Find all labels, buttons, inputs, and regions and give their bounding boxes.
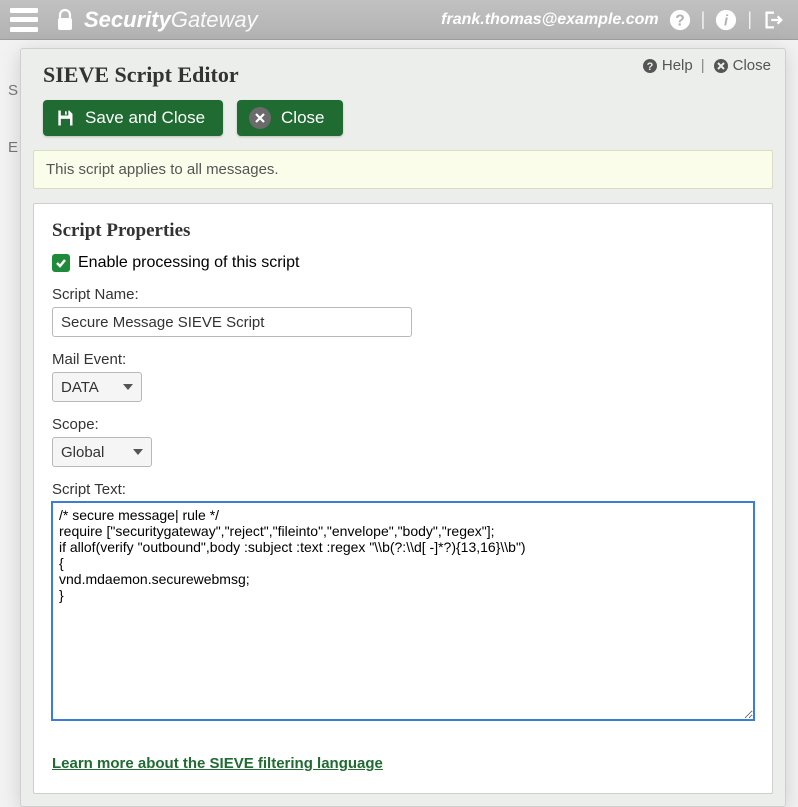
top-bar: SecurityGateway frank.thomas@example.com… xyxy=(0,0,798,40)
cancel-label: Close xyxy=(281,108,324,128)
save-and-close-button[interactable]: Save and Close xyxy=(43,100,223,136)
separator: | xyxy=(701,9,706,30)
enable-checkbox[interactable] xyxy=(52,254,70,272)
script-text-textarea[interactable] xyxy=(52,502,754,720)
save-icon xyxy=(55,108,75,128)
close-icon xyxy=(249,107,271,129)
menu-icon[interactable] xyxy=(10,8,38,32)
modal-help-link[interactable]: ? Help xyxy=(642,57,693,74)
brand: SecurityGateway xyxy=(52,6,258,34)
help-circle-icon: ? xyxy=(642,58,658,74)
info-icon[interactable]: i xyxy=(715,9,737,31)
scope-label: Scope: xyxy=(52,416,754,433)
scope-select[interactable]: Global xyxy=(52,437,152,467)
svg-text:?: ? xyxy=(675,12,685,29)
script-properties-panel: Script Properties Enable processing of t… xyxy=(33,203,773,794)
modal-close-label: Close xyxy=(733,57,771,74)
logout-icon[interactable] xyxy=(762,9,784,31)
save-and-close-label: Save and Close xyxy=(85,108,205,128)
background-hints: S E xyxy=(8,82,18,196)
modal-toolbar: Save and Close Close xyxy=(21,94,785,150)
panel-heading: Script Properties xyxy=(52,220,754,242)
sieve-editor-modal: ? Help | Close SIEVE Script Editor Save … xyxy=(20,48,786,807)
separator: | xyxy=(747,9,752,30)
cancel-button[interactable]: Close xyxy=(237,100,342,136)
separator: | xyxy=(701,57,705,74)
brand-light: Gateway xyxy=(171,7,258,33)
info-banner: This script applies to all messages. xyxy=(33,150,773,189)
script-name-input[interactable] xyxy=(52,307,412,337)
mail-event-select[interactable]: DATA xyxy=(52,372,142,402)
close-circle-icon xyxy=(713,58,729,74)
user-email: frank.thomas@example.com xyxy=(441,11,658,29)
learn-more-link[interactable]: Learn more about the SIEVE filtering lan… xyxy=(52,755,383,772)
modal-close-link[interactable]: Close xyxy=(713,57,771,74)
mail-event-label: Mail Event: xyxy=(52,351,754,368)
check-icon xyxy=(55,257,67,269)
enable-label: Enable processing of this script xyxy=(78,254,299,272)
enable-script-row[interactable]: Enable processing of this script xyxy=(52,254,754,272)
svg-text:?: ? xyxy=(647,61,654,73)
script-name-label: Script Name: xyxy=(52,286,754,303)
top-right: frank.thomas@example.com ? | i | xyxy=(441,9,784,31)
brand-bold: Security xyxy=(84,7,171,33)
help-icon[interactable]: ? xyxy=(669,9,691,31)
script-text-label: Script Text: xyxy=(52,481,754,498)
shield-lock-icon xyxy=(52,6,78,34)
modal-help-label: Help xyxy=(662,57,693,74)
